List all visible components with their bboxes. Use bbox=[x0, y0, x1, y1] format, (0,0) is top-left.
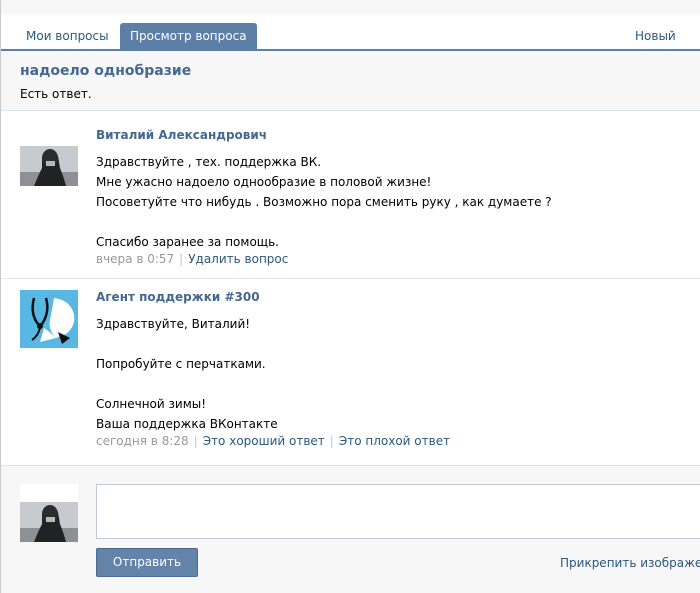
agent-avatar[interactable] bbox=[20, 290, 78, 348]
reply-user-avatar[interactable] bbox=[20, 484, 78, 542]
meta-separator: | bbox=[193, 434, 198, 448]
message-line: Ваша поддержка ВКонтакте bbox=[96, 417, 278, 431]
post-author[interactable]: Виталий Александрович bbox=[96, 128, 267, 142]
window: Мои вопросы Просмотр вопроса Новый во на… bbox=[0, 0, 700, 593]
reply-area: Отправить Прикрепить изображен bbox=[1, 466, 700, 593]
tab-view-question[interactable]: Просмотр вопроса bbox=[120, 23, 257, 49]
message-line: Солнечной зимы! bbox=[96, 397, 207, 411]
tab-my-questions[interactable]: Мои вопросы bbox=[16, 23, 119, 49]
message-line bbox=[96, 334, 686, 354]
reply-input[interactable] bbox=[96, 484, 700, 539]
post-question: Виталий Александрович Здравствуйте , тех… bbox=[1, 128, 700, 279]
question-header: надоело однобразие Есть ответ. bbox=[1, 51, 700, 111]
send-button[interactable]: Отправить bbox=[96, 548, 198, 577]
user-avatar-icon bbox=[20, 484, 78, 542]
message-line: Мне ужасно надоело однообразие в половой… bbox=[96, 175, 432, 189]
message-line: Спасибо заранее за помощь. bbox=[96, 235, 279, 249]
post-message: Здравствуйте, Виталий! Попробуйте с перч… bbox=[96, 314, 686, 434]
attach-image-link[interactable]: Прикрепить изображен bbox=[560, 556, 700, 570]
delete-question-link[interactable]: Удалить вопрос bbox=[188, 252, 288, 266]
message-line: Здравствуйте, Виталий! bbox=[96, 317, 251, 331]
message-line: Посоветуйте что нибудь . Возможно пора с… bbox=[96, 195, 552, 209]
meta-separator: | bbox=[329, 434, 334, 448]
post-author[interactable]: Агент поддержки #300 bbox=[96, 290, 260, 304]
tab-new-question[interactable]: Новый во bbox=[625, 23, 700, 69]
message-line: Здравствуйте , тех. поддержка ВК. bbox=[96, 155, 322, 169]
good-answer-link[interactable]: Это хороший ответ bbox=[203, 434, 325, 448]
post-answer: Агент поддержки #300 Здравствуйте, Витал… bbox=[1, 290, 700, 466]
message-line bbox=[96, 212, 686, 232]
message-line bbox=[96, 374, 686, 394]
tabs-bar: Мои вопросы Просмотр вопроса Новый во bbox=[1, 14, 700, 69]
message-line: Попробуйте с перчатками. bbox=[96, 357, 266, 371]
post-meta: вчера в 0:57 | Удалить вопрос bbox=[96, 252, 288, 266]
question-status: Есть ответ. bbox=[20, 87, 92, 101]
post-meta: сегодня в 8:28 | Это хороший ответ | Это пло… bbox=[96, 434, 450, 448]
user-avatar[interactable] bbox=[20, 128, 78, 186]
question-title: надоело однобразие bbox=[20, 63, 192, 79]
top-strip bbox=[1, 0, 700, 15]
post-message: Здравствуйте , тех. поддержка ВК. Мне уж… bbox=[96, 152, 686, 252]
meta-separator: | bbox=[179, 252, 184, 266]
post-time: сегодня в 8:28 bbox=[96, 434, 189, 448]
user-avatar-icon bbox=[20, 128, 78, 186]
support-agent-icon bbox=[20, 290, 78, 348]
post-time: вчера в 0:57 bbox=[96, 252, 175, 266]
bad-answer-link[interactable]: Это плохой ответ bbox=[339, 434, 450, 448]
